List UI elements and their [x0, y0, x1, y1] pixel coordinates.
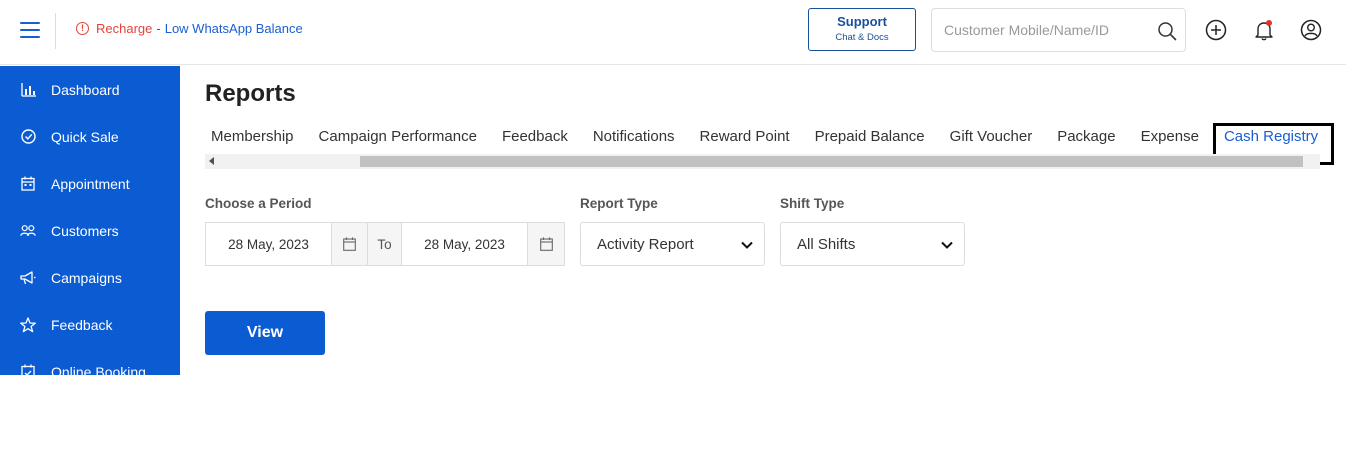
sidebar-item-campaigns[interactable]: Campaigns — [0, 254, 180, 301]
tab-reward-point[interactable]: Reward Point — [694, 128, 796, 152]
date-range-picker: 28 May, 2023 To 28 May, 2023 — [205, 222, 565, 266]
chevron-down-icon — [941, 241, 953, 249]
shift-type-select[interactable]: All Shifts — [780, 222, 965, 266]
user-profile-icon[interactable] — [1300, 19, 1322, 41]
info-icon: ! — [76, 22, 89, 35]
support-button[interactable]: Support Chat & Docs — [808, 8, 916, 51]
report-type-select[interactable]: Activity Report — [580, 222, 765, 266]
sidebar-item-dashboard[interactable]: Dashboard — [0, 66, 180, 113]
notification-bell-icon[interactable] — [1253, 19, 1275, 41]
sidebar-item-label: Quick Sale — [51, 128, 119, 145]
sidebar-item-label: Appointment — [51, 175, 130, 192]
tab-notifications[interactable]: Notifications — [587, 128, 681, 152]
tab-package[interactable]: Package — [1051, 128, 1121, 152]
date-to-calendar-icon[interactable] — [528, 223, 564, 265]
sidebar-item-online-booking[interactable]: Online Booking — [0, 348, 180, 375]
shift-type-label: Shift Type — [780, 196, 845, 211]
sidebar: Dashboard Quick Sale Appointment Custome… — [0, 66, 180, 375]
period-label: Choose a Period — [205, 196, 312, 211]
sidebar-item-label: Customers — [51, 222, 119, 239]
tab-membership[interactable]: Membership — [205, 128, 300, 152]
date-from-calendar-icon[interactable] — [332, 223, 368, 265]
alert-separator: - — [156, 21, 161, 36]
sidebar-item-label: Dashboard — [51, 81, 120, 98]
alert-prefix: Recharge — [96, 21, 153, 36]
customer-search-box — [931, 8, 1186, 52]
report-type-value: Activity Report — [597, 235, 694, 253]
report-tabs: Membership Campaign Performance Feedback… — [205, 128, 1337, 158]
customer-search-input[interactable] — [932, 9, 1132, 51]
support-sublabel: Chat & Docs — [835, 32, 889, 43]
sidebar-item-label: Feedback — [51, 316, 113, 333]
date-from-input[interactable]: 28 May, 2023 — [206, 223, 332, 265]
report-type-label: Report Type — [580, 196, 658, 211]
reports-main: Reports Membership Campaign Performance … — [180, 66, 1346, 375]
tab-feedback[interactable]: Feedback — [496, 128, 574, 152]
shift-type-value: All Shifts — [797, 235, 856, 253]
chevron-down-icon — [741, 241, 753, 249]
calendar-check-icon — [20, 364, 36, 375]
sidebar-item-label: Online Booking — [51, 363, 146, 376]
check-circle-icon — [20, 129, 36, 145]
sidebar-item-appointment[interactable]: Appointment — [0, 160, 180, 207]
users-icon — [20, 223, 36, 239]
view-button[interactable]: View — [205, 311, 325, 355]
date-to-input[interactable]: 28 May, 2023 — [402, 223, 528, 265]
page-title: Reports — [205, 80, 296, 107]
tabs-horizontal-scrollbar[interactable] — [205, 154, 1320, 169]
sidebar-item-feedback[interactable]: Feedback — [0, 301, 180, 348]
tab-expense[interactable]: Expense — [1135, 128, 1205, 152]
calendar-icon — [20, 176, 36, 192]
megaphone-icon — [20, 270, 36, 286]
search-icon[interactable] — [1157, 21, 1177, 41]
scrollbar-thumb[interactable] — [360, 156, 1303, 167]
sidebar-item-label: Campaigns — [51, 269, 122, 286]
tab-prepaid-balance[interactable]: Prepaid Balance — [809, 128, 931, 152]
tab-cash-registry[interactable]: Cash Registry — [1218, 128, 1324, 158]
bar-chart-icon — [20, 82, 36, 98]
tab-campaign-performance[interactable]: Campaign Performance — [313, 128, 483, 152]
alert-text: Low WhatsApp Balance — [164, 21, 303, 36]
scroll-left-arrow-icon[interactable] — [209, 157, 214, 165]
star-icon — [20, 316, 36, 333]
header-divider — [55, 13, 56, 49]
hamburger-menu-icon[interactable] — [20, 22, 40, 40]
top-bar: ! Recharge - Low WhatsApp Balance Suppor… — [0, 0, 1346, 65]
support-label: Support — [837, 14, 887, 29]
to-label: To — [368, 223, 402, 265]
add-circle-icon[interactable] — [1205, 19, 1227, 41]
tab-gift-voucher[interactable]: Gift Voucher — [944, 128, 1039, 152]
whatsapp-balance-alert[interactable]: ! Recharge - Low WhatsApp Balance — [76, 21, 303, 36]
sidebar-item-customers[interactable]: Customers — [0, 207, 180, 254]
sidebar-item-quick-sale[interactable]: Quick Sale — [0, 113, 180, 160]
